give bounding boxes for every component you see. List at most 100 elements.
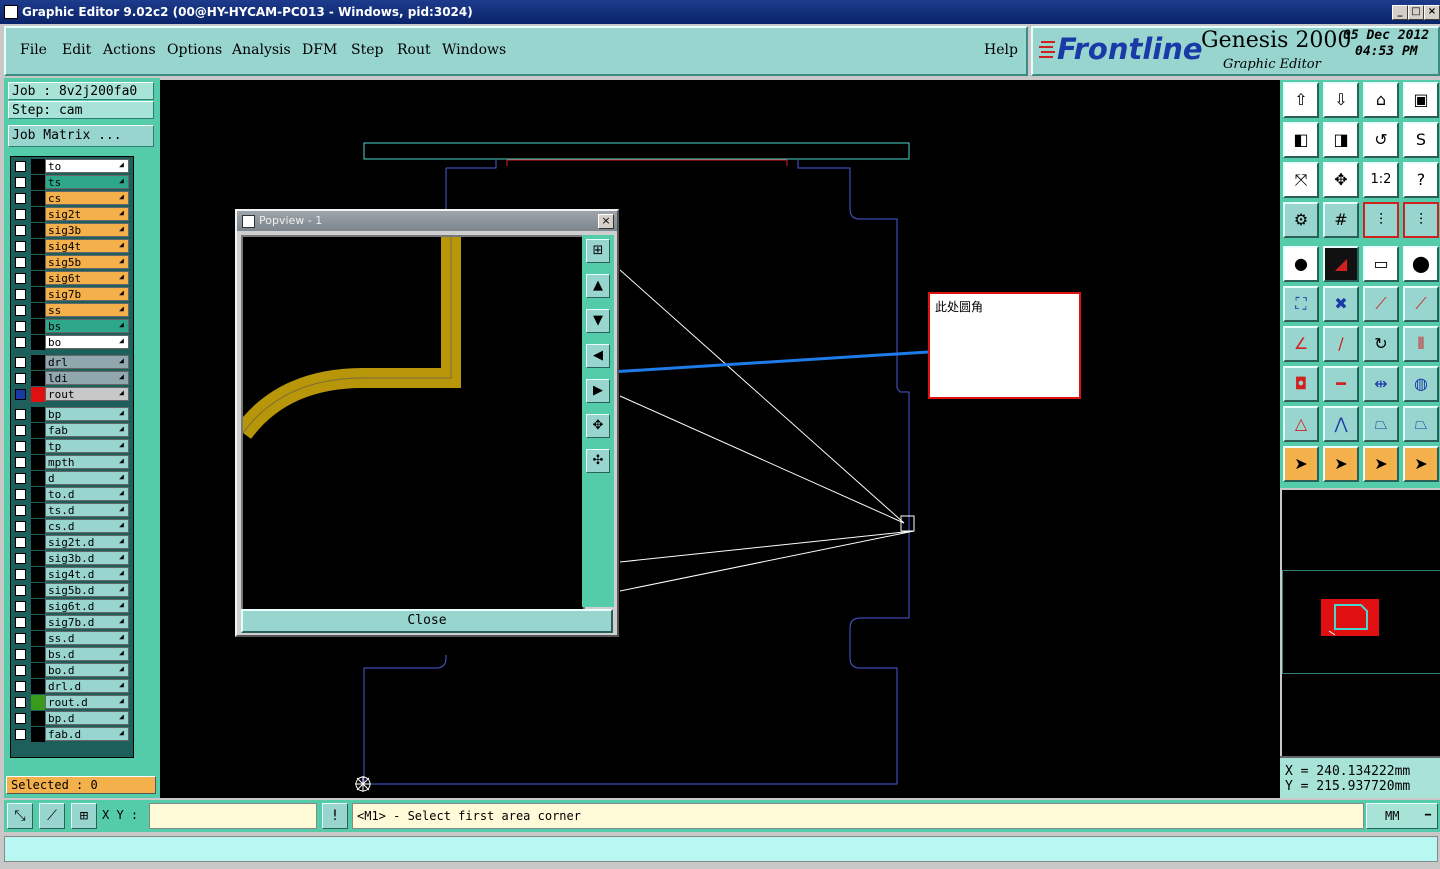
layer-color-swatch[interactable] (31, 439, 45, 454)
vertex-icon[interactable]: ⋀ (1323, 406, 1359, 442)
layer-menu-icon[interactable]: ◢ (119, 712, 124, 721)
layer-name[interactable]: mpth (45, 455, 129, 469)
layer-color-swatch[interactable] (31, 223, 45, 238)
layer-name[interactable]: bp (45, 407, 129, 421)
layer-name[interactable]: sig6t.d (45, 599, 129, 613)
layer-checkbox[interactable] (15, 633, 26, 644)
unit-selector[interactable]: MM ━ (1366, 803, 1438, 829)
menu-actions[interactable]: Actions (103, 42, 156, 58)
layer-checkbox[interactable] (15, 441, 26, 452)
layer-menu-icon[interactable]: ◢ (119, 504, 124, 513)
popview-close-button[interactable]: Close (241, 609, 613, 633)
layer-color-swatch[interactable] (31, 175, 45, 190)
layer-menu-icon[interactable]: ◢ (119, 680, 124, 689)
layer-color-swatch[interactable] (31, 631, 45, 646)
layer-checkbox[interactable] (15, 209, 26, 220)
layer-row-to-d[interactable]: to.d ◢ (11, 487, 133, 502)
layer-checkbox[interactable] (15, 729, 26, 740)
pan-down-icon[interactable]: ▼ (586, 309, 610, 333)
layer-menu-icon[interactable]: ◢ (119, 520, 124, 529)
pad-round-icon[interactable]: ⬤ (1403, 246, 1439, 282)
layer-row-rout-d[interactable]: rout.d ◢ (11, 695, 133, 710)
layer-color-swatch[interactable] (31, 471, 45, 486)
layer-row-sig5b[interactable]: sig5b ◢ (11, 255, 133, 270)
layer-name[interactable]: sig6t (45, 271, 129, 285)
layer-menu-icon[interactable]: ◢ (119, 192, 124, 201)
line-pad-icon[interactable]: ⟋ (1403, 286, 1439, 322)
layer-row-bs[interactable]: bs ◢ (11, 319, 133, 334)
layer-checkbox[interactable] (15, 601, 26, 612)
popview-canvas[interactable] (234, 235, 585, 611)
pan-left-icon[interactable]: ◀ (586, 344, 610, 368)
xy-input[interactable] (149, 803, 317, 829)
layer-name[interactable]: sig3b (45, 223, 129, 237)
layer-row-ss-d[interactable]: ss.d ◢ (11, 631, 133, 646)
layer-menu-icon[interactable]: ◢ (119, 536, 124, 545)
line-add-icon[interactable]: ⟋ (1363, 286, 1399, 322)
layer-name[interactable]: ts (45, 175, 129, 189)
delete-cross-icon[interactable]: ✖ (1323, 286, 1359, 322)
net-select-icon[interactable]: ⫶ (1403, 202, 1439, 238)
layer-name[interactable]: to.d (45, 487, 129, 501)
layer-checkbox[interactable] (15, 681, 26, 692)
pan-right-icon[interactable]: ▶ (586, 379, 610, 403)
layer-row-sig6t[interactable]: sig6t ◢ (11, 271, 133, 286)
layer-name[interactable]: sig2t (45, 207, 129, 221)
layer-menu-icon[interactable]: ◢ (119, 728, 124, 737)
layer-row-rout[interactable]: rout ◢ (11, 387, 133, 402)
layer-row-cs-d[interactable]: cs.d ◢ (11, 519, 133, 534)
layer-name[interactable]: sig7b.d (45, 615, 129, 629)
layer-row-bo-d[interactable]: bo.d ◢ (11, 663, 133, 678)
layer-color-swatch[interactable] (31, 207, 45, 222)
layer-color-swatch[interactable] (31, 615, 45, 630)
layer-menu-icon[interactable]: ◢ (119, 584, 124, 593)
select-net-icon[interactable]: ➤ (1403, 446, 1439, 482)
layer-menu-icon[interactable]: ◢ (119, 304, 124, 313)
layer-down-icon[interactable]: ⇩ (1323, 82, 1359, 118)
layer-name[interactable]: to (45, 159, 129, 173)
layer-row-sig7b-d[interactable]: sig7b.d ◢ (11, 615, 133, 630)
layer-row-sig6t-d[interactable]: sig6t.d ◢ (11, 599, 133, 614)
layer-color-swatch[interactable] (31, 535, 45, 550)
layer-name[interactable]: bp.d (45, 711, 129, 725)
layer-name[interactable]: sig4t.d (45, 567, 129, 581)
layer-name[interactable]: sig3b.d (45, 551, 129, 565)
layer-row-ss[interactable]: ss ◢ (11, 303, 133, 318)
layer-color-swatch[interactable] (31, 255, 45, 270)
layer-name[interactable]: drl (45, 355, 129, 369)
layer-name[interactable]: cs (45, 191, 129, 205)
layer-row-fab-d[interactable]: fab.d ◢ (11, 727, 133, 742)
select-pointer-icon[interactable]: ➤ (1283, 446, 1319, 482)
menu-options[interactable]: Options (167, 42, 222, 58)
layer-color-swatch[interactable] (31, 503, 45, 518)
layer-checkbox[interactable] (15, 617, 26, 628)
surface-icon[interactable]: ◢ (1323, 246, 1359, 282)
trapezoid-alt-icon[interactable]: ⏢ (1403, 406, 1439, 442)
layer-color-swatch[interactable] (31, 487, 45, 502)
layer-checkbox[interactable] (15, 289, 26, 300)
layer-color-swatch[interactable] (31, 519, 45, 534)
layer-color-swatch[interactable] (31, 455, 45, 470)
layer-menu-icon[interactable]: ◢ (119, 552, 124, 561)
close-button[interactable]: × (1424, 5, 1440, 20)
layer-row-fab[interactable]: fab ◢ (11, 423, 133, 438)
layer-name[interactable]: d (45, 471, 129, 485)
layer-color-swatch[interactable] (31, 239, 45, 254)
layer-row-drl[interactable]: drl ◢ (11, 355, 133, 370)
select-round-icon[interactable]: ➤ (1363, 446, 1399, 482)
layer-checkbox[interactable] (15, 649, 26, 660)
layer-name[interactable]: fab.d (45, 727, 129, 741)
layer-checkbox[interactable] (15, 409, 26, 420)
layer-name[interactable]: rout.d (45, 695, 129, 709)
layer-row-mpth[interactable]: mpth ◢ (11, 455, 133, 470)
pan-up-icon[interactable]: ▲ (586, 274, 610, 298)
layer-name[interactable]: sig7b (45, 287, 129, 301)
measure-ruler-icon[interactable]: ▭ (1363, 246, 1399, 282)
layer-color-swatch[interactable] (31, 663, 45, 678)
overview-map[interactable] (1282, 570, 1440, 674)
layer-row-sig2t-d[interactable]: sig2t.d ◢ (11, 535, 133, 550)
layer-name[interactable]: bs.d (45, 647, 129, 661)
layer-menu-icon[interactable]: ◢ (119, 648, 124, 657)
zoom-in-icon[interactable]: ✥ (586, 414, 610, 438)
zoom-one-to-one-icon[interactable]: 1:2 (1363, 162, 1399, 198)
